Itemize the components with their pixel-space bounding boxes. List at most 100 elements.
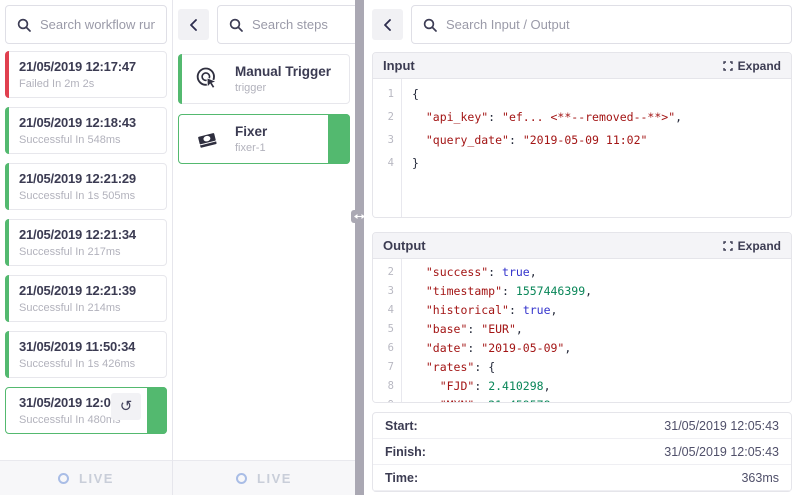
line-number: 8 [373,377,401,396]
run-status-text: Successful In 217ms [19,246,158,258]
run-item[interactable]: 21/05/2019 12:21:29 Successful In 1s 505… [5,163,167,210]
live-label: LIVE [257,471,292,486]
code-line: 2 "api_key": "ef... <**--removed--**>", [373,106,791,129]
summary-label: Finish: [385,445,426,459]
input-code-editor[interactable]: 1 { 2 "api_key": "ef... <**--removed--**… [373,79,791,217]
code-text: "timestamp": 1557446399, [401,282,592,301]
chevron-left-icon [189,19,198,31]
io-panel: Input Expand 1 { 2 "api_ [364,0,800,495]
expand-icon [723,61,733,71]
summary-label: Start: [385,419,418,433]
summary-value: 363ms [741,471,779,485]
chevron-left-icon [383,19,392,31]
code-text: "FJD": 2.410298, [401,377,551,396]
line-number: 1 [373,83,401,106]
step-subtitle: fixer-1 [235,142,267,154]
run-item[interactable]: 21/05/2019 12:18:43 Successful In 548ms [5,107,167,154]
panel-title: Output [383,238,426,253]
run-status-text: Successful In 548ms [19,134,158,146]
run-item[interactable]: 21/05/2019 12:17:47 Failed In 2m 2s [5,51,167,98]
expand-output-button[interactable]: Expand [723,239,781,253]
gutter-divider [401,79,402,217]
code-line: 5 "base": "EUR", [373,320,791,339]
run-item[interactable]: 31/05/2019 12:05:42 Successful In 480ms … [5,387,167,434]
code-line: 7 "rates": { [373,358,791,377]
input-panel: Input Expand 1 { 2 "api_ [372,52,792,218]
manual-trigger-icon [192,64,222,94]
live-toggle-steps[interactable]: LIVE [173,460,355,495]
line-number: 5 [373,320,401,339]
step-title: Fixer [235,124,267,139]
line-number: 4 [373,152,401,175]
run-item[interactable]: 21/05/2019 12:21:39 Successful In 214ms [5,275,167,322]
summary-row: Start: 31/05/2019 12:05:43 [373,413,791,439]
line-number: 7 [373,358,401,377]
panel-resizer[interactable] [355,0,364,495]
summary-value: 31/05/2019 12:05:43 [664,445,779,459]
step-title: Manual Trigger [235,64,331,79]
line-number: 2 [373,106,401,129]
code-line: 8 "FJD": 2.410298, [373,377,791,396]
step-list: Manual Trigger trigger [178,54,350,164]
expand-label: Expand [738,239,781,253]
run-timestamp: 21/05/2019 12:17:47 [19,59,158,74]
summary-row: Time: 363ms [373,465,791,491]
back-button[interactable] [372,9,403,40]
line-number: 2 [373,263,401,282]
code-line: 9 "MXN": 21.459578, [373,396,791,402]
search-icon [17,18,31,32]
retry-button[interactable]: ↺ [111,393,141,420]
output-code-editor[interactable]: 1 { 2 "success": true, 3 "timestamp": 15… [373,259,791,402]
line-number: 3 [373,282,401,301]
summary-value: 31/05/2019 12:05:43 [664,419,779,433]
code-text: "date": "2019-05-09", [401,339,571,358]
run-timestamp: 21/05/2019 12:21:29 [19,171,158,186]
io-search[interactable] [411,5,792,44]
code-text: "base": "EUR", [401,320,523,339]
code-text: "MXN": 21.459578, [401,396,557,402]
run-status-text: Successful In 1s 426ms [19,358,158,370]
step-item[interactable]: Fixer fixer-1 [178,114,350,164]
code-text: "api_key": "ef... <**--removed--**>", [401,106,682,129]
run-timestamp: 31/05/2019 11:50:34 [19,339,158,354]
run-status-text: Successful In 1s 505ms [19,190,158,202]
input-panel-header: Input Expand [373,53,791,79]
step-subtitle: trigger [235,82,331,94]
runs-search-input[interactable] [40,17,155,32]
code-text: "rates": { [401,358,495,377]
code-line: 2 "success": true, [373,263,791,282]
line-number: 6 [373,339,401,358]
live-toggle-runs[interactable]: LIVE [0,460,172,495]
code-text: } [401,152,419,175]
live-status-icon [236,473,247,484]
run-summary: Start: 31/05/2019 12:05:43 Finish: 31/05… [372,412,792,492]
runs-search[interactable] [5,5,167,44]
money-icon [192,124,222,154]
summary-label: Time: [385,471,418,485]
step-item[interactable]: Manual Trigger trigger [178,54,350,104]
code-text: "success": true, [401,263,537,282]
line-number: 4 [373,301,401,320]
retry-icon: ↺ [120,398,133,415]
run-timestamp: 21/05/2019 12:21:34 [19,227,158,242]
run-timestamp: 21/05/2019 12:18:43 [19,115,158,130]
run-item[interactable]: 31/05/2019 11:50:34 Successful In 1s 426… [5,331,167,378]
code-line: 4 } [373,152,791,175]
panel-title: Input [383,58,415,73]
output-panel: Output Expand 1 { 2 "suc [372,232,792,403]
search-icon [229,18,243,32]
run-item[interactable]: 21/05/2019 12:21:34 Successful In 217ms [5,219,167,266]
search-icon [423,18,437,32]
code-text: "query_date": "2019-05-09 11:02" [401,129,647,152]
code-line: 3 "query_date": "2019-05-09 11:02" [373,129,791,152]
run-timestamp: 21/05/2019 12:21:39 [19,283,158,298]
workflow-runs-panel: 21/05/2019 12:17:47 Failed In 2m 2s 21/0… [0,0,173,495]
run-list: 21/05/2019 12:17:47 Failed In 2m 2s 21/0… [5,51,167,434]
code-line: 1 { [373,83,791,106]
back-button[interactable] [178,9,209,40]
live-label: LIVE [79,471,114,486]
output-panel-header: Output Expand [373,233,791,259]
code-line: 6 "date": "2019-05-09", [373,339,791,358]
expand-input-button[interactable]: Expand [723,59,781,73]
io-search-input[interactable] [446,17,780,32]
